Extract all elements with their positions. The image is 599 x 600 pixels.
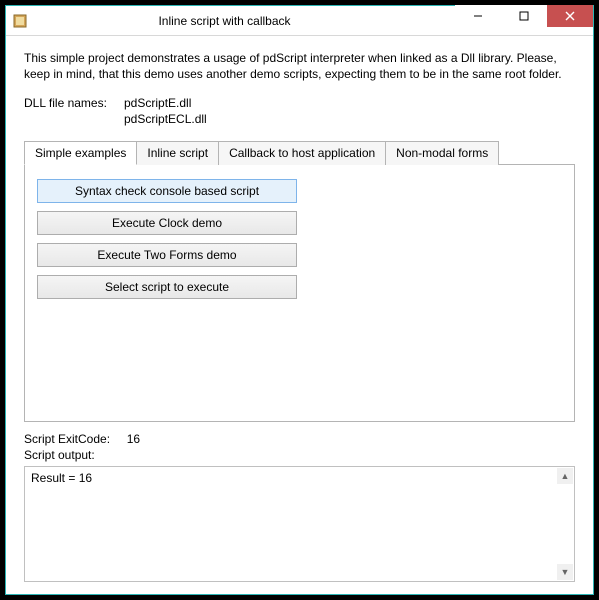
scroll-up-icon[interactable]: ▲ bbox=[557, 468, 573, 484]
minimize-button[interactable] bbox=[455, 5, 501, 27]
output-text: Result = 16 bbox=[31, 471, 92, 485]
dll-value: pdScriptE.dll bbox=[124, 96, 207, 110]
select-script-button[interactable]: Select script to execute bbox=[37, 275, 297, 299]
dll-value: pdScriptECL.dll bbox=[124, 112, 207, 126]
dll-file-values: pdScriptE.dll pdScriptECL.dll bbox=[124, 96, 207, 126]
tab-simple-examples[interactable]: Simple examples bbox=[24, 141, 137, 165]
tab-non-modal[interactable]: Non-modal forms bbox=[385, 141, 499, 165]
tab-strip: Simple examples Inline script Callback t… bbox=[24, 140, 575, 164]
exitcode-row: Script ExitCode: 16 bbox=[24, 432, 575, 446]
close-button[interactable] bbox=[547, 5, 593, 27]
window-controls bbox=[455, 6, 593, 35]
exitcode-value: 16 bbox=[127, 432, 140, 446]
output-label: Script output: bbox=[24, 448, 575, 462]
execute-clock-button[interactable]: Execute Clock demo bbox=[37, 211, 297, 235]
dll-file-row: DLL file names: pdScriptE.dll pdScriptEC… bbox=[24, 96, 575, 126]
app-window: Inline script with callback This simple … bbox=[5, 5, 594, 595]
intro-text: This simple project demonstrates a usage… bbox=[24, 50, 575, 82]
tab-inline-script[interactable]: Inline script bbox=[136, 141, 219, 165]
output-textbox[interactable]: Result = 16 ▲ ▼ bbox=[24, 466, 575, 582]
tab-panel: Syntax check console based script Execut… bbox=[24, 164, 575, 422]
scroll-down-icon[interactable]: ▼ bbox=[557, 564, 573, 580]
content-area: This simple project demonstrates a usage… bbox=[6, 36, 593, 594]
tab-callback[interactable]: Callback to host application bbox=[218, 141, 386, 165]
app-icon bbox=[12, 13, 28, 29]
exitcode-label: Script ExitCode: bbox=[24, 432, 110, 446]
execute-two-forms-button[interactable]: Execute Two Forms demo bbox=[37, 243, 297, 267]
dll-file-label: DLL file names: bbox=[24, 96, 124, 126]
tabs-container: Simple examples Inline script Callback t… bbox=[24, 140, 575, 422]
titlebar[interactable]: Inline script with callback bbox=[6, 6, 593, 36]
window-title: Inline script with callback bbox=[34, 14, 455, 28]
maximize-button[interactable] bbox=[501, 5, 547, 27]
syntax-check-button[interactable]: Syntax check console based script bbox=[37, 179, 297, 203]
